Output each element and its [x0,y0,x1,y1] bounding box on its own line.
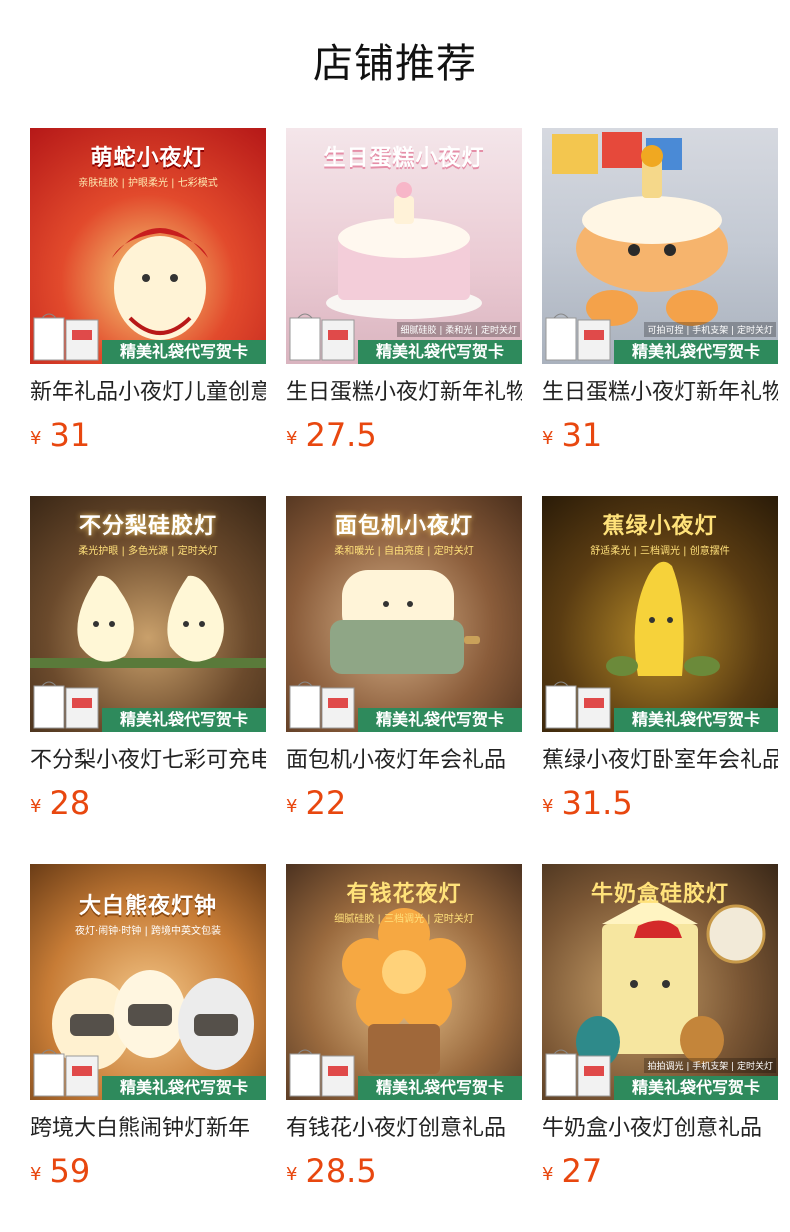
price-row: ¥31 [30,416,90,456]
thumb-subtitle: 细腻硅胶 | 三档调光 | 定时关灯 [334,914,474,925]
product-card[interactable]: 有钱花夜灯 细腻硅胶 | 三档调光 | 定时关灯 精美礼袋代写贺卡 有钱花小夜灯… [286,864,522,1194]
price-row: ¥59 [30,1152,90,1192]
thumb-title: 萌蛇小夜灯 [90,146,206,171]
product-image[interactable]: 有钱花夜灯 细腻硅胶 | 三档调光 | 定时关灯 精美礼袋代写贺卡 [286,864,522,1100]
price-row: ¥27.5 [286,416,377,456]
product-price: 31.5 [561,784,633,822]
product-image[interactable]: 蕉绿小夜灯 舒适柔光 | 三档调光 | 创意摆件 精美礼袋代写贺卡 [542,496,778,732]
thumb-subtitle: 柔光护眼 | 多色光源 | 定时关灯 [78,546,218,557]
gift-bag-icon [289,1049,355,1097]
product-card[interactable]: 不分梨硅胶灯 柔光护眼 | 多色光源 | 定时关灯 精美礼袋代写贺卡 不分梨小夜… [30,496,266,826]
product-image[interactable]: 面包机小夜灯 柔和暖光 | 自由亮度 | 定时关灯 精美礼袋代写贺卡 [286,496,522,732]
product-name[interactable]: 牛奶盒小夜灯创意礼品 [542,1114,778,1144]
product-price: 27.5 [305,416,377,454]
product-card[interactable]: 萌蛇小夜灯 亲肤硅胶 | 护眼柔光 | 七彩模式 精美礼袋代写贺卡 新年礼品小夜… [30,128,266,458]
currency-symbol: ¥ [30,1164,42,1185]
gift-bag-icon [33,1049,99,1097]
price-row: ¥27 [542,1152,602,1192]
product-price: 31 [49,416,91,454]
product-name[interactable]: 蕉绿小夜灯卧室年会礼品 [542,746,778,776]
gift-banner: 精美礼袋代写贺卡 [358,1076,522,1100]
product-card[interactable]: 蕉绿小夜灯 舒适柔光 | 三档调光 | 创意摆件 精美礼袋代写贺卡 蕉绿小夜灯卧… [542,496,778,826]
product-card[interactable]: 大白熊夜灯钟 夜灯·闹钟·时钟 | 跨境中英文包装 精美礼袋代写贺卡 跨境大白熊… [30,864,266,1194]
gift-banner: 精美礼袋代写贺卡 [102,708,266,732]
price-row: ¥22 [286,784,346,824]
gift-bag-icon [545,1049,611,1097]
gift-bag-icon [289,313,355,361]
product-name[interactable]: 生日蛋糕小夜灯新年礼物 [542,378,778,408]
thumb-subtitle: 亲肤硅胶 | 护眼柔光 | 七彩模式 [78,178,218,189]
price-row: ¥31.5 [542,784,633,824]
product-image[interactable]: 不分梨硅胶灯 柔光护眼 | 多色光源 | 定时关灯 精美礼袋代写贺卡 [30,496,266,732]
gift-banner: 精美礼袋代写贺卡 [358,340,522,364]
gift-banner: 精美礼袋代写贺卡 [102,1076,266,1100]
product-name[interactable]: 有钱花小夜灯创意礼品 [286,1114,522,1144]
product-card[interactable]: 可拍可捏 | 手机支架 | 定时关灯 精美礼袋代写贺卡 生日蛋糕小夜灯新年礼物 … [542,128,778,458]
gift-bag-icon [545,313,611,361]
product-card[interactable]: 牛奶盒硅胶灯 拍拍调光 | 手机支架 | 定时关灯 精美礼袋代写贺卡 牛奶盒小夜… [542,864,778,1194]
product-image[interactable]: 牛奶盒硅胶灯 拍拍调光 | 手机支架 | 定时关灯 精美礼袋代写贺卡 [542,864,778,1100]
gift-bag-icon [545,681,611,729]
thumb-title: 大白熊夜灯钟 [78,894,217,919]
currency-symbol: ¥ [286,428,298,449]
product-name[interactable]: 不分梨小夜灯七彩可充电 [30,746,266,776]
product-price: 27 [561,1152,603,1190]
gift-bag-icon [289,681,355,729]
product-price: 59 [49,1152,91,1190]
gift-banner: 精美礼袋代写贺卡 [358,708,522,732]
currency-symbol: ¥ [286,796,298,817]
currency-symbol: ¥ [542,796,554,817]
currency-symbol: ¥ [30,796,42,817]
gift-banner: 精美礼袋代写贺卡 [102,340,266,364]
product-image[interactable]: 大白熊夜灯钟 夜灯·闹钟·时钟 | 跨境中英文包装 精美礼袋代写贺卡 [30,864,266,1100]
thumb-subtitle: 夜灯·闹钟·时钟 | 跨境中英文包装 [74,926,222,937]
currency-symbol: ¥ [30,428,42,449]
product-price: 22 [305,784,347,822]
thumb-note: 细腻硅胶 | 柔和光 | 定时关灯 [397,322,520,337]
product-image[interactable]: 可拍可捏 | 手机支架 | 定时关灯 精美礼袋代写贺卡 [542,128,778,364]
currency-symbol: ¥ [286,1164,298,1185]
thumb-title: 牛奶盒硅胶灯 [590,882,729,907]
thumb-note: 可拍可捏 | 手机支架 | 定时关灯 [644,322,776,337]
thumb-title: 面包机小夜灯 [334,514,473,539]
product-image[interactable]: 萌蛇小夜灯 亲肤硅胶 | 护眼柔光 | 七彩模式 精美礼袋代写贺卡 [30,128,266,364]
currency-symbol: ¥ [542,428,554,449]
product-price: 28.5 [305,1152,377,1190]
product-name[interactable]: 面包机小夜灯年会礼品 [286,746,522,776]
thumb-title: 生日蛋糕小夜灯 [323,146,485,171]
currency-symbol: ¥ [542,1164,554,1185]
thumb-note: 拍拍调光 | 手机支架 | 定时关灯 [644,1058,776,1073]
product-name[interactable]: 跨境大白熊闹钟灯新年 [30,1114,266,1144]
thumb-title: 有钱花夜灯 [346,882,462,907]
product-price: 31 [561,416,603,454]
gift-bag-icon [33,313,99,361]
price-row: ¥31 [542,416,602,456]
page-title: 店铺推荐 [313,41,477,87]
product-name[interactable]: 新年礼品小夜灯儿童创意 [30,378,266,408]
thumb-subtitle: 舒适柔光 | 三档调光 | 创意摆件 [590,546,730,557]
thumb-subtitle: 柔和暖光 | 自由亮度 | 定时关灯 [334,546,474,557]
gift-bag-icon [33,681,99,729]
gift-banner: 精美礼袋代写贺卡 [614,708,778,732]
product-price: 28 [49,784,91,822]
price-row: ¥28 [30,784,90,824]
product-name[interactable]: 生日蛋糕小夜灯新年礼物 [286,378,522,408]
thumb-title: 不分梨硅胶灯 [78,514,217,539]
product-card[interactable]: 面包机小夜灯 柔和暖光 | 自由亮度 | 定时关灯 精美礼袋代写贺卡 面包机小夜… [286,496,522,826]
thumb-title: 蕉绿小夜灯 [602,514,718,539]
gift-banner: 精美礼袋代写贺卡 [614,1076,778,1100]
product-card[interactable]: 生日蛋糕小夜灯 细腻硅胶 | 柔和光 | 定时关灯 精美礼袋代写贺卡 生日蛋糕小… [286,128,522,458]
product-image[interactable]: 生日蛋糕小夜灯 细腻硅胶 | 柔和光 | 定时关灯 精美礼袋代写贺卡 [286,128,522,364]
gift-banner: 精美礼袋代写贺卡 [614,340,778,364]
price-row: ¥28.5 [286,1152,377,1192]
